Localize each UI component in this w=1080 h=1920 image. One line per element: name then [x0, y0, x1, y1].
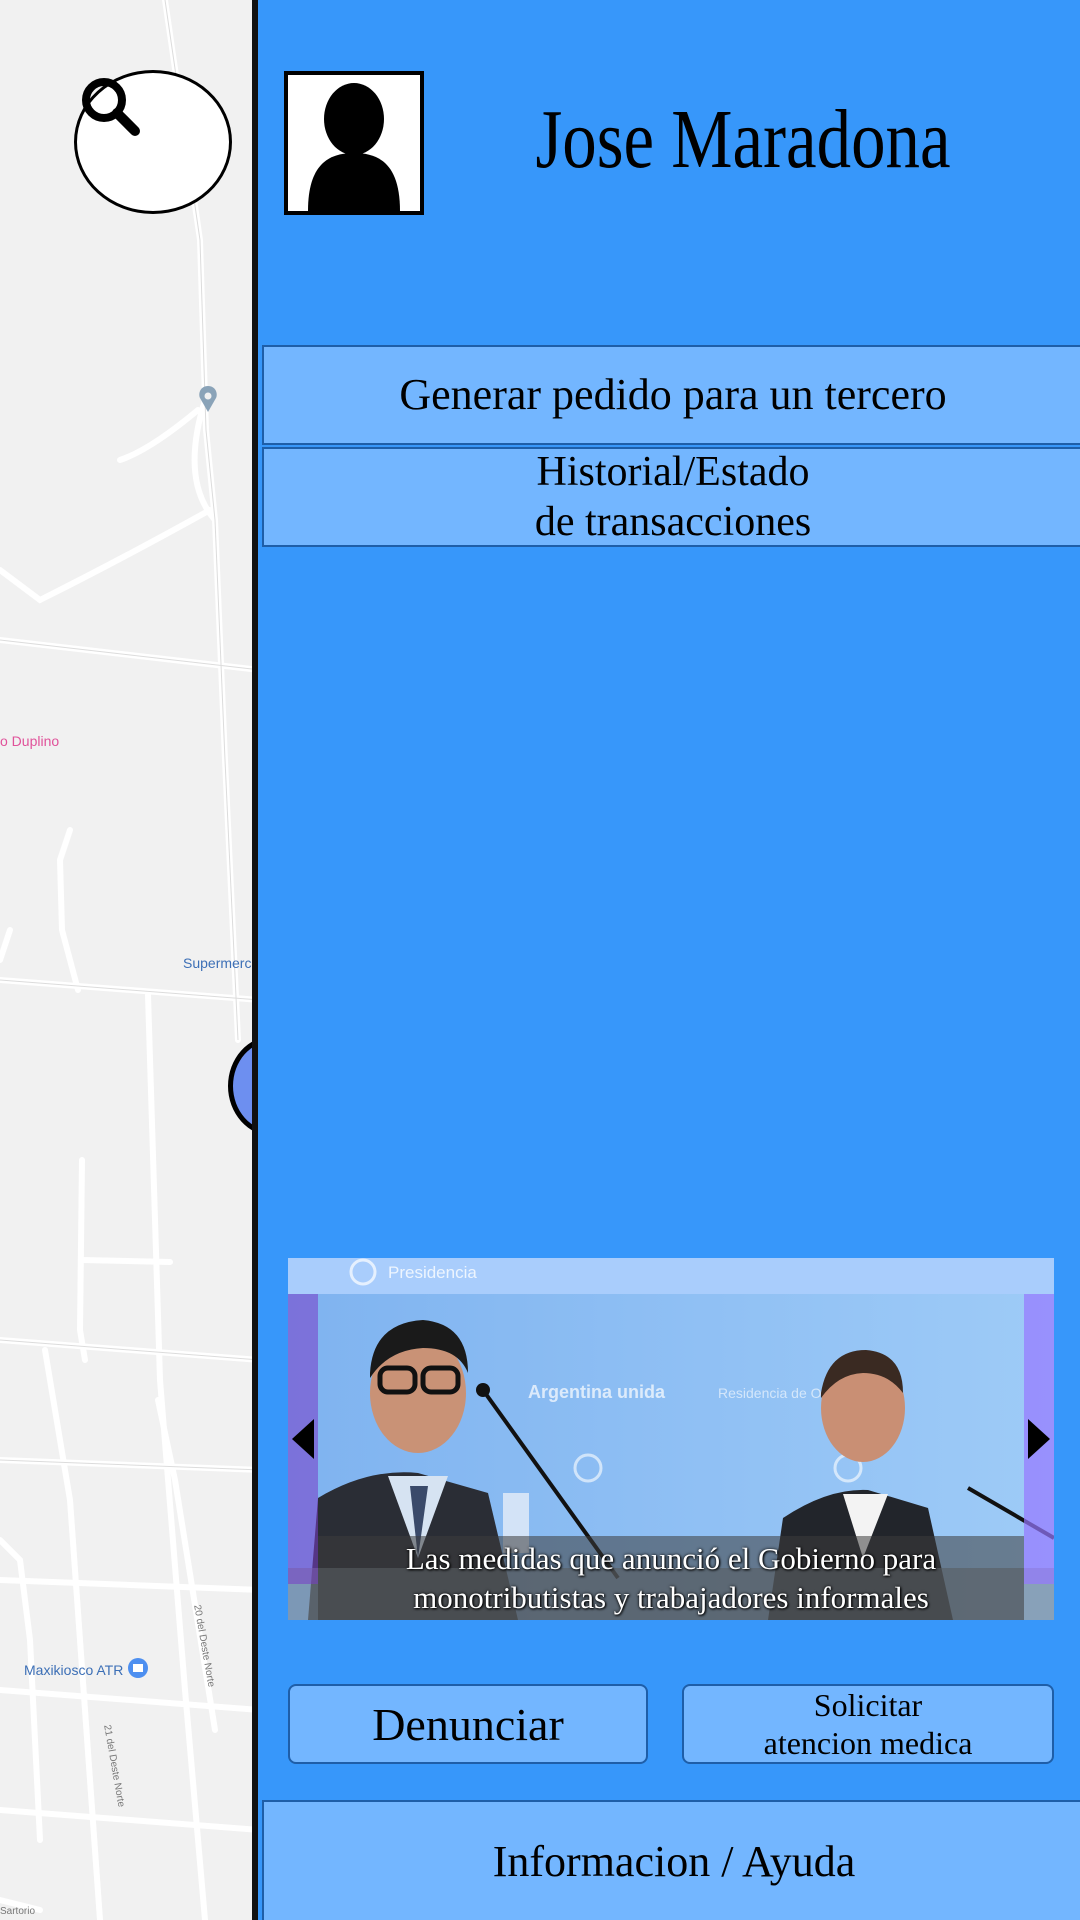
map-label-duplino: o Duplino	[0, 733, 60, 749]
photo-backdrop-text-1: Argentina unida	[528, 1382, 666, 1402]
news-caption[interactable]: Las medidas que anunció el Gobierno para…	[318, 1536, 1024, 1620]
menu-item-label: Historial/Estado de transacciones	[534, 449, 812, 545]
carousel-next-button[interactable]	[1024, 1294, 1054, 1584]
user-silhouette-icon	[308, 83, 400, 211]
search-button[interactable]	[74, 70, 232, 214]
shop-pin-icon	[128, 1658, 148, 1678]
search-icon	[82, 78, 140, 136]
menu-item-label: Generar pedido para un tercero	[399, 370, 947, 419]
informacion-ayuda-button[interactable]: Informacion / Ayuda	[262, 1800, 1080, 1920]
avatar[interactable]	[284, 71, 424, 215]
map-label-supermercado: Supermerc	[183, 955, 252, 971]
map-view[interactable]: o Duplino Supermerc Maxikiosco ATR 20 de…	[0, 0, 260, 1920]
side-drawer: Jose Maradona Generar pedido para un ter…	[252, 0, 1080, 1920]
menu-item-generar-pedido[interactable]: Generar pedido para un tercero	[262, 345, 1080, 445]
solicitar-atencion-medica-button[interactable]: Solicitar atencion medica	[682, 1684, 1054, 1764]
map-label-maxikiosco: Maxikiosco ATR	[24, 1662, 124, 1678]
user-name: Jose Maradona	[535, 93, 951, 186]
photo-banner-text: Presidencia	[388, 1263, 477, 1282]
carousel-prev-button[interactable]	[288, 1294, 318, 1584]
chevron-left-icon	[292, 1419, 314, 1459]
news-carousel[interactable]: Presidencia Argentina unida Residencia d…	[288, 1258, 1054, 1620]
menu-item-historial[interactable]: Historial/Estado de transacciones	[262, 447, 1080, 547]
map-label-sartorio: Sartorio	[0, 1906, 36, 1917]
chevron-right-icon	[1028, 1419, 1050, 1459]
denunciar-button[interactable]: Denunciar	[288, 1684, 648, 1764]
